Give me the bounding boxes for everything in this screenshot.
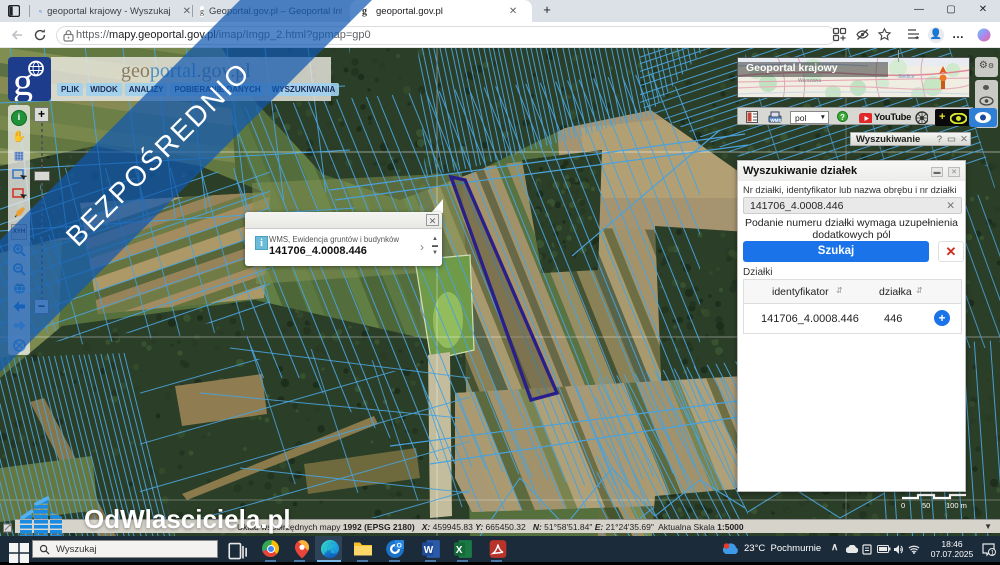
svg-text:WMS: WMS — [771, 118, 782, 123]
svg-text:0: 0 — [901, 501, 905, 510]
svg-text:X: X — [456, 545, 463, 556]
svg-text:100 m: 100 m — [946, 501, 967, 510]
svg-text:50: 50 — [922, 501, 930, 510]
svg-text:O: O — [397, 542, 402, 549]
svg-text:Warszawa: Warszawa — [798, 78, 821, 84]
svg-text:Siedlce: Siedlce — [898, 74, 915, 80]
svg-text:W: W — [424, 545, 434, 556]
